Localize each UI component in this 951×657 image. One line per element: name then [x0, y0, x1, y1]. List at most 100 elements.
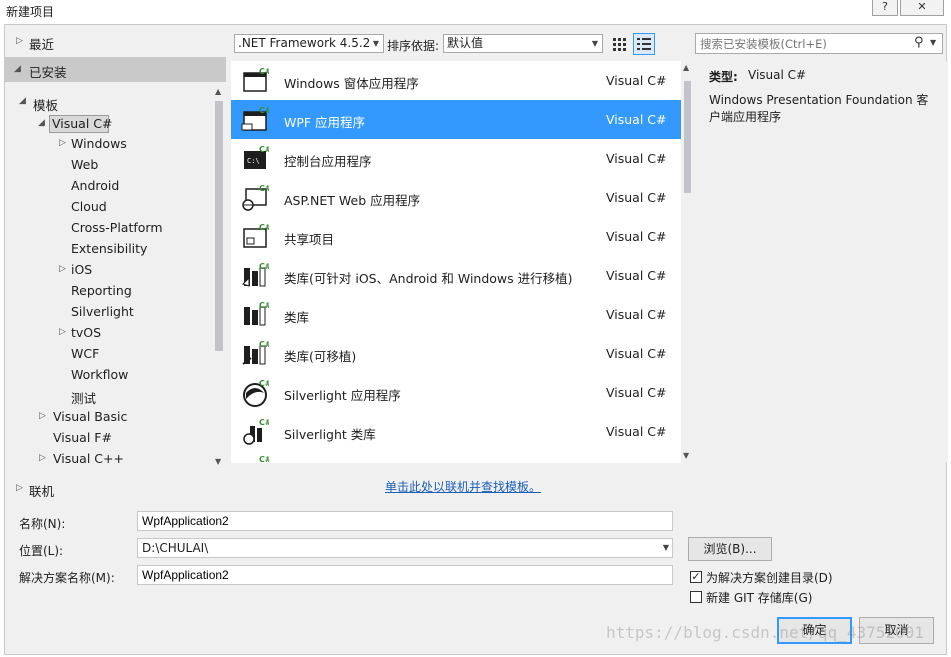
scroll-down-icon[interactable]: ▼: [215, 457, 221, 466]
template-language: Visual C#: [606, 307, 667, 322]
csharp-badge-icon: C#: [259, 455, 269, 463]
tree-item-visual-cpp[interactable]: ▷ Visual C++: [39, 450, 209, 470]
template-language: Visual C#: [606, 424, 667, 439]
tree-label: 已安装: [29, 65, 67, 80]
tree-item-tvos[interactable]: ▷ tvOS: [59, 324, 209, 344]
list-scroll-thumb[interactable]: [684, 81, 691, 193]
search-box[interactable]: ⚲ ▼: [695, 33, 943, 54]
template-language: Visual C#: [606, 268, 667, 283]
expand-arrow-icon: ▷: [59, 264, 66, 274]
tree-item-reporting[interactable]: Reporting: [59, 282, 209, 302]
template-language: Visual C#: [606, 190, 667, 205]
solution-name-input[interactable]: [137, 565, 673, 585]
class-library-icon: C#: [244, 301, 269, 326]
help-button[interactable]: ?: [872, 0, 898, 16]
tree-item-ios[interactable]: ▷ iOS: [59, 261, 209, 281]
tree-item-test[interactable]: 测试: [59, 387, 209, 407]
svg-text:C#: C#: [259, 340, 269, 349]
tree-item-cross-platform[interactable]: Cross-Platform: [59, 219, 209, 239]
tree-item-android[interactable]: Android: [59, 177, 209, 197]
template-row[interactable]: C# 类库 Visual C#: [231, 295, 681, 334]
tree-label: Cloud: [71, 199, 107, 214]
tree-label: iOS: [71, 262, 93, 277]
search-icon[interactable]: ⚲: [914, 35, 924, 50]
scroll-up-icon[interactable]: ▲: [215, 87, 221, 96]
name-input[interactable]: [137, 511, 673, 531]
browse-button[interactable]: 浏览(B)...: [688, 537, 772, 561]
template-language: Visual C#: [606, 151, 667, 166]
location-select[interactable]: D:\CHULAI\ ▼: [137, 538, 673, 558]
tree-item-extensibility[interactable]: Extensibility: [59, 240, 209, 260]
scroll-down-icon[interactable]: ▼: [683, 451, 689, 460]
git-repo-checkbox[interactable]: [690, 591, 702, 603]
tree-item-online[interactable]: ▷ 联机: [5, 477, 226, 499]
template-row[interactable]: C# WPF 应用程序 Visual C#: [231, 100, 681, 139]
sort-select[interactable]: 默认值 ▼: [443, 34, 603, 53]
tree-item-windows[interactable]: ▷ Windows: [59, 135, 209, 155]
tree-scroll-thumb[interactable]: [215, 101, 223, 351]
template-name: Silverlight 类库: [284, 427, 376, 442]
tree-label: Extensibility: [71, 241, 148, 256]
list-view-icon: [637, 38, 651, 50]
online-templates-link[interactable]: 单击此处以联机并查找模板。: [385, 478, 541, 495]
template-row[interactable]: C# Silverlight 应用程序 Visual C#: [231, 373, 681, 412]
tree-label: tvOS: [71, 325, 102, 340]
template-row[interactable]: C# Windows 窗体应用程序 Visual C#: [231, 61, 681, 100]
tree-item-installed[interactable]: ◢ 已安装: [5, 57, 226, 82]
search-input[interactable]: [698, 35, 903, 52]
expand-arrow-icon: ▷: [59, 138, 66, 148]
wpf-app-icon: C#: [241, 106, 269, 131]
list-view-button[interactable]: [633, 33, 655, 55]
expand-arrow-icon: ▷: [16, 36, 23, 46]
portable-library-icon: C#: [242, 262, 269, 287]
type-label: 类型:: [709, 70, 738, 84]
template-name: Silverlight 应用程序: [284, 388, 401, 403]
template-list: C# Windows 窗体应用程序 Visual C# C# WPF 应用程序 Visua…: [231, 61, 693, 463]
template-name: WPF 应用程序: [284, 115, 366, 130]
svg-text:C#: C#: [259, 379, 269, 388]
template-row[interactable]: C# 类库(可移植) Visual C#: [231, 334, 681, 373]
template-row[interactable]: C# Silverlight 类库 Visual C#: [231, 412, 681, 451]
template-name: Windows 窗体应用程序: [284, 76, 419, 91]
chevron-down-icon[interactable]: ▼: [930, 38, 936, 47]
template-tree: ▷ 最近 ◢ 已安装 ◢ 模板 ◢ Visual C# ▷ Windows We…: [5, 25, 227, 468]
small-icons-view-button[interactable]: [609, 34, 629, 54]
tree-item-web[interactable]: Web: [59, 156, 209, 176]
template-language: Visual C#: [606, 73, 667, 88]
svg-text:C#: C#: [259, 106, 269, 115]
create-directory-checkbox[interactable]: ✓: [690, 571, 702, 583]
expand-arrow-icon: ▷: [59, 327, 66, 337]
framework-select[interactable]: .NET Framework 4.5.2 ▼: [234, 34, 384, 53]
partial-template-row: C#: [241, 453, 269, 463]
svg-text:C#: C#: [259, 301, 269, 310]
expand-arrow-icon: ▷: [39, 453, 46, 463]
collapse-arrow-icon: ◢: [19, 96, 26, 106]
tree-item-silverlight[interactable]: Silverlight: [59, 303, 209, 323]
tree-item-wcf[interactable]: WCF: [59, 345, 209, 365]
tree-item-visual-fsharp[interactable]: Visual F#: [39, 429, 209, 449]
template-row[interactable]: C# 类库(可针对 iOS、Android 和 Windows 进行移植) Visu…: [231, 256, 681, 295]
tree-item-workflow[interactable]: Workflow: [59, 366, 209, 386]
tree-item-visual-basic[interactable]: ▷ Visual Basic: [39, 408, 209, 428]
template-row[interactable]: C:\ C# 控制台应用程序 Visual C#: [231, 139, 681, 178]
scroll-up-icon[interactable]: ▲: [683, 63, 689, 72]
template-name: ASP.NET Web 应用程序: [284, 193, 421, 208]
collapse-arrow-icon: ◢: [38, 118, 45, 128]
name-label: 名称(N):: [19, 517, 66, 531]
tree-item-recent[interactable]: ▷ 最近: [5, 29, 226, 55]
sort-label: 排序依据:: [387, 39, 440, 53]
template-language: Visual C#: [606, 229, 667, 244]
title-bar: 新建项目 ? ✕: [0, 0, 951, 24]
tree-item-cloud[interactable]: Cloud: [59, 198, 209, 218]
git-repo-label: 新建 GIT 存储库(G): [706, 591, 813, 605]
template-row[interactable]: C# ASP.NET Web 应用程序 Visual C#: [231, 178, 681, 217]
template-row[interactable]: C# 共享项目 Visual C#: [231, 217, 681, 256]
close-button[interactable]: ✕: [900, 0, 944, 16]
template-language: Visual C#: [606, 346, 667, 361]
portable-class-library-icon: C#: [242, 340, 269, 365]
tree-item-templates[interactable]: ◢ 模板: [5, 93, 210, 113]
tree-item-visual-csharp[interactable]: ◢ Visual C#: [33, 115, 213, 135]
template-name: 类库(可移植): [284, 349, 357, 364]
window-title: 新建项目: [6, 5, 55, 19]
location-value: D:\CHULAI\: [142, 541, 209, 555]
